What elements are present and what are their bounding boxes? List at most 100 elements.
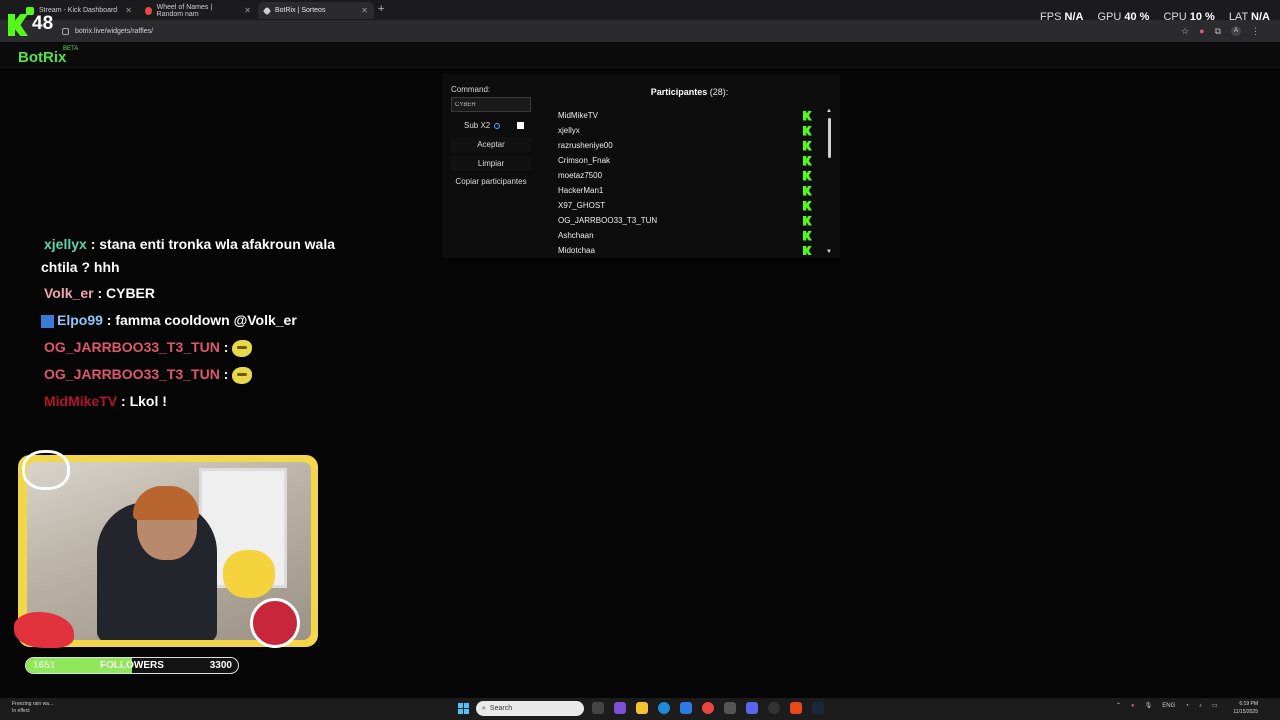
tab-wheel-of-names[interactable]: Wheel of Names | Random nam ✕	[139, 2, 257, 19]
close-tab-icon[interactable]: ✕	[361, 6, 368, 15]
site-info-icon[interactable]	[62, 27, 69, 35]
battery-icon[interactable]: ▭	[1212, 702, 1218, 709]
extensions-puzzle-icon[interactable]: ⧉	[1215, 26, 1221, 37]
url-text: botrix.live/widgets/raffles/	[75, 27, 154, 35]
clear-button[interactable]: Limpiar	[451, 156, 531, 171]
chat-text-continued: chtila ? hhh	[41, 259, 120, 275]
sub-x2-option: Sub X2 i	[464, 121, 501, 130]
sub-x2-checkbox[interactable]	[517, 122, 524, 129]
volume-icon[interactable]: ♪	[1199, 703, 1202, 709]
performance-stats: FPS N/A GPU 40 % CPU 10 % LAT N/A	[1040, 11, 1270, 23]
file-explorer-icon[interactable]	[636, 702, 648, 714]
list-item: xjellyx	[551, 123, 824, 138]
command-input[interactable]	[451, 97, 531, 112]
chat-username: OG_JARRBOO33_T3_TUN	[44, 366, 220, 382]
extension-icon[interactable]: ●	[1199, 26, 1204, 37]
scroll-thumb[interactable]	[828, 118, 831, 158]
tab-botrix-sorteos[interactable]: BotRix | Sorteos ✕	[258, 2, 374, 19]
command-label: Command:	[451, 85, 491, 94]
chat-text: : stana enti tronka wla afakroun wala	[90, 236, 336, 252]
info-icon[interactable]: i	[494, 122, 501, 129]
chat-message: Volk_er : CYBER	[41, 282, 155, 305]
page-header	[0, 42, 1280, 68]
search-placeholder: Search	[489, 705, 513, 712]
wifi-icon[interactable]: ◔	[1185, 703, 1189, 709]
followers-goal-bar: 1651 FOLLOWERS 3300	[25, 657, 239, 674]
chat-message: MidMikeTV : Lkol !	[41, 390, 167, 413]
copy-participants-button[interactable]: Copiar participantes	[451, 177, 531, 186]
scroll-up-icon[interactable]: ▲	[826, 108, 832, 114]
search-icon: ⌕	[482, 704, 486, 712]
kick-platform-icon	[803, 155, 812, 166]
start-button-icon[interactable]	[458, 703, 469, 714]
system-tray: ⌃ ● 🎙 ENG ◔ ♪ ▭	[1116, 702, 1218, 710]
chat-message: OG_JARRBOO33_T3_TUN :	[41, 336, 253, 359]
tray-app-icon[interactable]: ●	[1131, 703, 1135, 709]
discord-icon[interactable]	[746, 702, 758, 714]
list-item: HackerMan1	[551, 183, 824, 198]
frame-decoration-icon	[250, 598, 300, 648]
profile-avatar[interactable]: A	[1231, 26, 1241, 36]
browser-menu-icon[interactable]: ⋮	[1251, 26, 1260, 37]
weather-text: Freezing rain wa...	[12, 701, 54, 707]
fps-stat: FPS N/A	[1040, 11, 1084, 23]
viewer-count: 48	[32, 13, 54, 34]
chat-text: :	[223, 339, 229, 355]
chat-username: Elpo99	[57, 312, 103, 328]
chevron-up-icon[interactable]: ⌃	[1116, 702, 1121, 709]
frame-decoration-icon	[22, 450, 70, 490]
kick-platform-icon	[803, 110, 812, 121]
chat-text: : Lkol !	[121, 393, 167, 409]
mail-icon[interactable]	[680, 702, 692, 714]
cpu-stat: CPU 10 %	[1163, 11, 1215, 23]
participants-scrollbar[interactable]: ▲ ▼	[825, 108, 833, 255]
edge-icon[interactable]	[658, 702, 670, 714]
brave-icon[interactable]	[790, 702, 802, 714]
list-item: MidMikeTV	[551, 108, 824, 123]
participants-list[interactable]: MidMikeTV xjellyx razrusheniye00 Crimson…	[551, 108, 824, 255]
app-icon[interactable]	[724, 702, 736, 714]
chrome-icon[interactable]	[702, 702, 714, 714]
chat-text: :	[223, 366, 229, 382]
kick-platform-icon	[803, 200, 812, 211]
tab-title: Wheel of Names | Random nam	[156, 3, 213, 18]
close-tab-icon[interactable]: ✕	[125, 6, 132, 15]
new-tab-icon[interactable]: +	[378, 3, 384, 15]
weather-widget[interactable]: Freezing rain wa... In effect	[12, 701, 53, 715]
chat-username: xjellyx	[44, 236, 87, 252]
screen: Stream - Kick Dashboard ✕ Wheel of Names…	[0, 0, 1280, 720]
kick-platform-icon	[803, 230, 812, 241]
list-item: razrusheniye00	[551, 138, 824, 153]
chat-message: xjellyx : stana enti tronka wla afakroun…	[41, 233, 335, 279]
pikachu-plush	[223, 550, 275, 598]
kick-platform-icon	[803, 185, 812, 196]
address-bar-actions: ☆ ● ⧉ A ⋮	[1181, 26, 1260, 37]
botrix-logo[interactable]: BotRix	[18, 49, 66, 66]
bookmark-star-icon[interactable]: ☆	[1181, 26, 1189, 37]
url-field[interactable]: botrix.live/widgets/raffles/	[62, 24, 1192, 38]
tab-title: BotRix | Sorteos	[275, 7, 326, 14]
close-tab-icon[interactable]: ✕	[244, 6, 251, 15]
streamer-beanie	[133, 486, 199, 520]
chat-username: OG_JARRBOO33_T3_TUN	[44, 339, 220, 355]
language-indicator[interactable]: ENG	[1162, 703, 1175, 709]
chat-username: Volk_er	[44, 285, 94, 301]
obs-icon[interactable]	[768, 702, 780, 714]
kick-platform-icon	[803, 125, 812, 136]
chat-message: OG_JARRBOO33_T3_TUN :	[41, 363, 253, 386]
kick-platform-icon	[803, 140, 812, 151]
microphone-icon[interactable]: 🎙	[1145, 702, 1153, 709]
address-bar: botrix.live/widgets/raffles/	[0, 20, 1280, 42]
followers-goal: 3300	[209, 660, 232, 671]
accept-button[interactable]: Aceptar	[451, 137, 531, 152]
beta-badge: BETA	[63, 46, 79, 52]
app-icon[interactable]	[614, 702, 626, 714]
taskbar-search[interactable]: ⌕ Search	[476, 701, 584, 716]
task-view-icon[interactable]	[592, 702, 604, 714]
steam-icon[interactable]	[812, 702, 824, 714]
wheel-favicon-icon	[145, 6, 152, 15]
scroll-down-icon[interactable]: ▼	[826, 249, 832, 255]
kick-platform-icon	[803, 245, 812, 255]
taskbar-clock[interactable]: 6:19 PM 11/15/2025	[1233, 700, 1258, 716]
clock-time: 6:19 PM	[1239, 701, 1258, 707]
